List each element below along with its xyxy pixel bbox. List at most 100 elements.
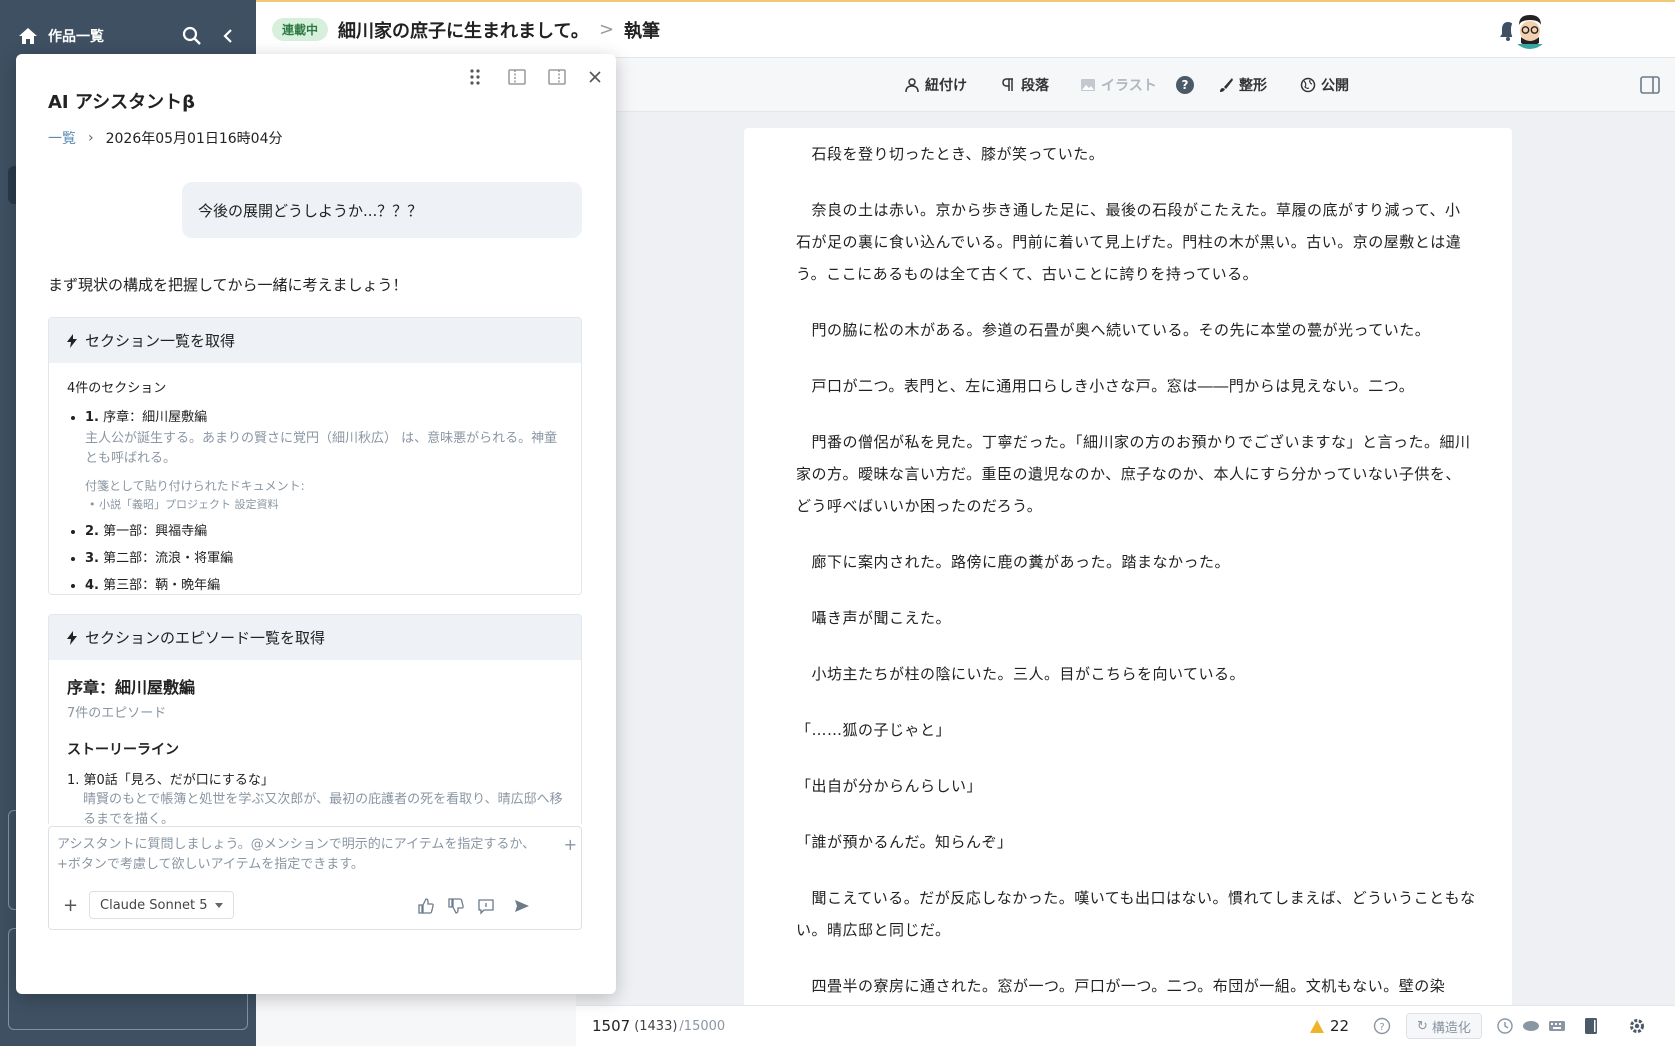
episode-description: 晴賢のもとで帳簿と処世を学ぶ又次郎が、最初の庇護者の死を看取り、晴広邸へ移るまで… (83, 792, 563, 824)
add-item-icon[interactable]: + (564, 835, 577, 854)
tool-call-header[interactable]: セクション一覧を取得 (49, 318, 581, 363)
globe-icon (1300, 77, 1316, 93)
person-icon (905, 78, 919, 93)
char-count: 1507 (592, 1017, 631, 1035)
section-name: 第二部：流浪・将軍編 (103, 551, 234, 566)
episode-count: 7件のエピソード (67, 706, 167, 721)
side-panel-toggle-icon[interactable] (1639, 74, 1661, 96)
char-count-max: /15000 (679, 1018, 726, 1034)
warning-indicator[interactable]: 22 (1310, 1017, 1349, 1035)
section-name: 序章：細川屋敷編 (103, 410, 208, 425)
tool-call-title: セクションのエピソード一覧を取得 (85, 629, 326, 647)
manuscript-paragraph: 「……狐の子じゃと」 (796, 721, 952, 739)
manuscript-paragraph: 小坊主たちが柱の陰にいた。三人。目がこちらを向いている。 (796, 665, 1246, 683)
paragraph-button[interactable]: 段落 (1000, 75, 1049, 95)
format-label: 整形 (1239, 78, 1267, 94)
assistant-message: まず現状の構成を把握してから一緒に考えましょう！ (48, 276, 408, 294)
tie-button[interactable]: 紐付け (904, 75, 967, 95)
tie-label: 紐付け (925, 78, 967, 94)
history-icon[interactable] (1496, 1017, 1514, 1035)
section-item: 1. 序章：細川屋敷編 主人公が誕生する。あまりの賢さに覚円（細川秋広） は、意… (85, 406, 563, 512)
pilcrow-icon (1002, 78, 1013, 91)
manuscript-paragraph: 石段を登り切ったとき、膝が笑っていた。 (796, 145, 1105, 163)
plus-icon[interactable]: + (63, 895, 78, 916)
dock-right-icon[interactable] (546, 66, 568, 88)
structure-label: 構造化 (1431, 1020, 1471, 1036)
lightning-icon (67, 333, 77, 348)
model-select-value: Claude Sonnet 5 (100, 897, 208, 913)
page-title: 執筆 (624, 20, 661, 42)
manuscript-paragraph: 「出自が分からんらしい」 (796, 777, 983, 795)
collapse-icon[interactable] (218, 26, 238, 46)
format-button[interactable]: 整形 (1218, 75, 1267, 95)
storyline-heading: ストーリーライン (67, 742, 179, 758)
database-icon[interactable] (1522, 1017, 1540, 1035)
manuscript-paragraph: 聞こえている。だが反応しなかった。嘆いても出口はない。慣れてしまえば、どういうこ… (796, 889, 1476, 939)
manuscript-paragraph: 四畳半の寮房に通された。窓が一つ。戸口が一つ。二つ。布団が一組。文机もない。壁の… (796, 977, 1446, 995)
tool-call-card: セクションのエピソード一覧を取得 序章：細川屋敷編 7件のエピソード ストーリー… (48, 614, 582, 824)
publish-label: 公開 (1321, 78, 1349, 94)
gear-icon[interactable] (1628, 1017, 1646, 1035)
thumbs-down-icon[interactable] (447, 897, 465, 915)
section-item: 2. 第一部：興福寺編 (85, 520, 563, 539)
home-icon[interactable] (18, 26, 38, 46)
svg-text:?: ? (1379, 1022, 1384, 1033)
section-item: 4. 第三部：鞆・晩年編 (85, 574, 563, 593)
breadcrumb-separator: > (598, 19, 615, 40)
tool-call-result: 序章：細川屋敷編 7件のエピソード ストーリーライン 1. 第0話「見ろ、だが口… (49, 660, 581, 824)
drag-handle-icon[interactable] (464, 66, 486, 88)
chevron-down-icon (215, 902, 224, 908)
history-list-link[interactable]: 一覧 (48, 128, 76, 148)
episode-item: 1. 第0話「見ろ、だが口にするな」 (67, 773, 274, 788)
manuscript-editor[interactable]: 石段を登り切ったとき、膝が笑っていた。 奈良の土は赤い。京から歩き通した足に、最… (744, 128, 1512, 1005)
thumbs-up-icon[interactable] (417, 897, 435, 915)
structure-button[interactable]: ↻ 構造化 (1406, 1013, 1482, 1039)
brush-icon (1220, 78, 1233, 92)
keyboard-icon[interactable] (1548, 1017, 1566, 1035)
section-number: 1. (85, 410, 99, 425)
manuscript-paragraph: 門の脇に松の木がある。参道の石畳が奥へ続いている。その先に本堂の甍が光っていた。 (796, 321, 1431, 339)
model-select[interactable]: Claude Sonnet 5 (89, 891, 235, 919)
illustration-button[interactable]: イラスト (1080, 75, 1157, 95)
refresh-icon: ↻ (1417, 1018, 1428, 1034)
warning-count: 22 (1330, 1017, 1350, 1035)
illustration-label: イラスト (1101, 78, 1157, 94)
manuscript-paragraph: 廊下に案内された。路傍に鹿の糞があった。踏まなかった。 (796, 553, 1231, 571)
chevron-right-icon: › (88, 130, 94, 146)
publish-button[interactable]: 公開 (1300, 75, 1349, 95)
comment-icon[interactable] (477, 897, 495, 915)
manuscript-paragraph: 「誰が預かるんだ。知らんぞ」 (796, 833, 1013, 851)
editor-area: 石段を登り切ったとき、膝が笑っていた。 奈良の土は赤い。京から歩き通した足に、最… (576, 112, 1675, 1005)
section-name: 第三部：鞆・晩年編 (103, 578, 221, 593)
section-number: 3. (85, 551, 99, 566)
dock-left-icon[interactable] (506, 66, 528, 88)
manuscript-paragraph: 囁き声が聞こえた。 (796, 609, 952, 627)
chat-input[interactable] (49, 827, 549, 885)
conversation-date: 2026年05月01日16時04分 (105, 131, 283, 147)
paragraph-label: 段落 (1021, 78, 1049, 94)
book-icon[interactable] (1582, 1017, 1600, 1035)
send-icon[interactable] (513, 897, 531, 915)
search-icon[interactable] (182, 26, 202, 46)
help-icon[interactable]: ? (1176, 76, 1194, 94)
section-description: 主人公が誕生する。あまりの賢さに覚円（細川秋広） は、意味悪がられる。神童とも呼… (85, 431, 558, 466)
status-badge: 連載中 (272, 18, 329, 41)
avatar[interactable] (1511, 11, 1549, 49)
ai-assistant-panel: AI アシスタントβ 一覧 › 2026年05月01日16時04分 今後の展開ど… (16, 54, 616, 994)
editor-toolbar: 紐付け 段落 イラスト ? 整形 公開 (576, 58, 1675, 112)
works-list-link[interactable]: 作品一覧 (48, 26, 166, 46)
top-header: 連載中 細川家の庶子に生まれまして。 > 執筆 (256, 0, 1675, 58)
section-number: 2. (85, 524, 99, 539)
tool-call-result: 4件のセクション 1. 序章：細川屋敷編 主人公が誕生する。あまりの賢さに覚円（… (49, 363, 581, 594)
close-icon[interactable] (584, 66, 606, 88)
question-icon[interactable]: ? (1373, 1017, 1391, 1035)
manuscript-paragraph: 奈良の土は赤い。京から歩き通した足に、最後の石段がこたえた。草履の底がすり減って… (796, 201, 1462, 283)
tool-call-header[interactable]: セクションのエピソード一覧を取得 (49, 615, 581, 660)
manuscript-paragraph: 戸口が二つ。表門と、左に通用口らしき小さな戸。窓は――門からは見えない。二つ。 (796, 377, 1415, 395)
image-icon (1081, 79, 1095, 91)
char-count-sub: (1433) (634, 1018, 678, 1034)
tool-call-title: セクション一覧を取得 (85, 332, 236, 350)
manuscript-paragraph: 門番の僧侶が私を見た。丁寧だった。「細川家の方のお預かりでございますな」と言った… (796, 433, 1471, 515)
work-title[interactable]: 細川家の庶子に生まれまして。 (338, 17, 589, 43)
section-number: 4. (85, 578, 99, 593)
